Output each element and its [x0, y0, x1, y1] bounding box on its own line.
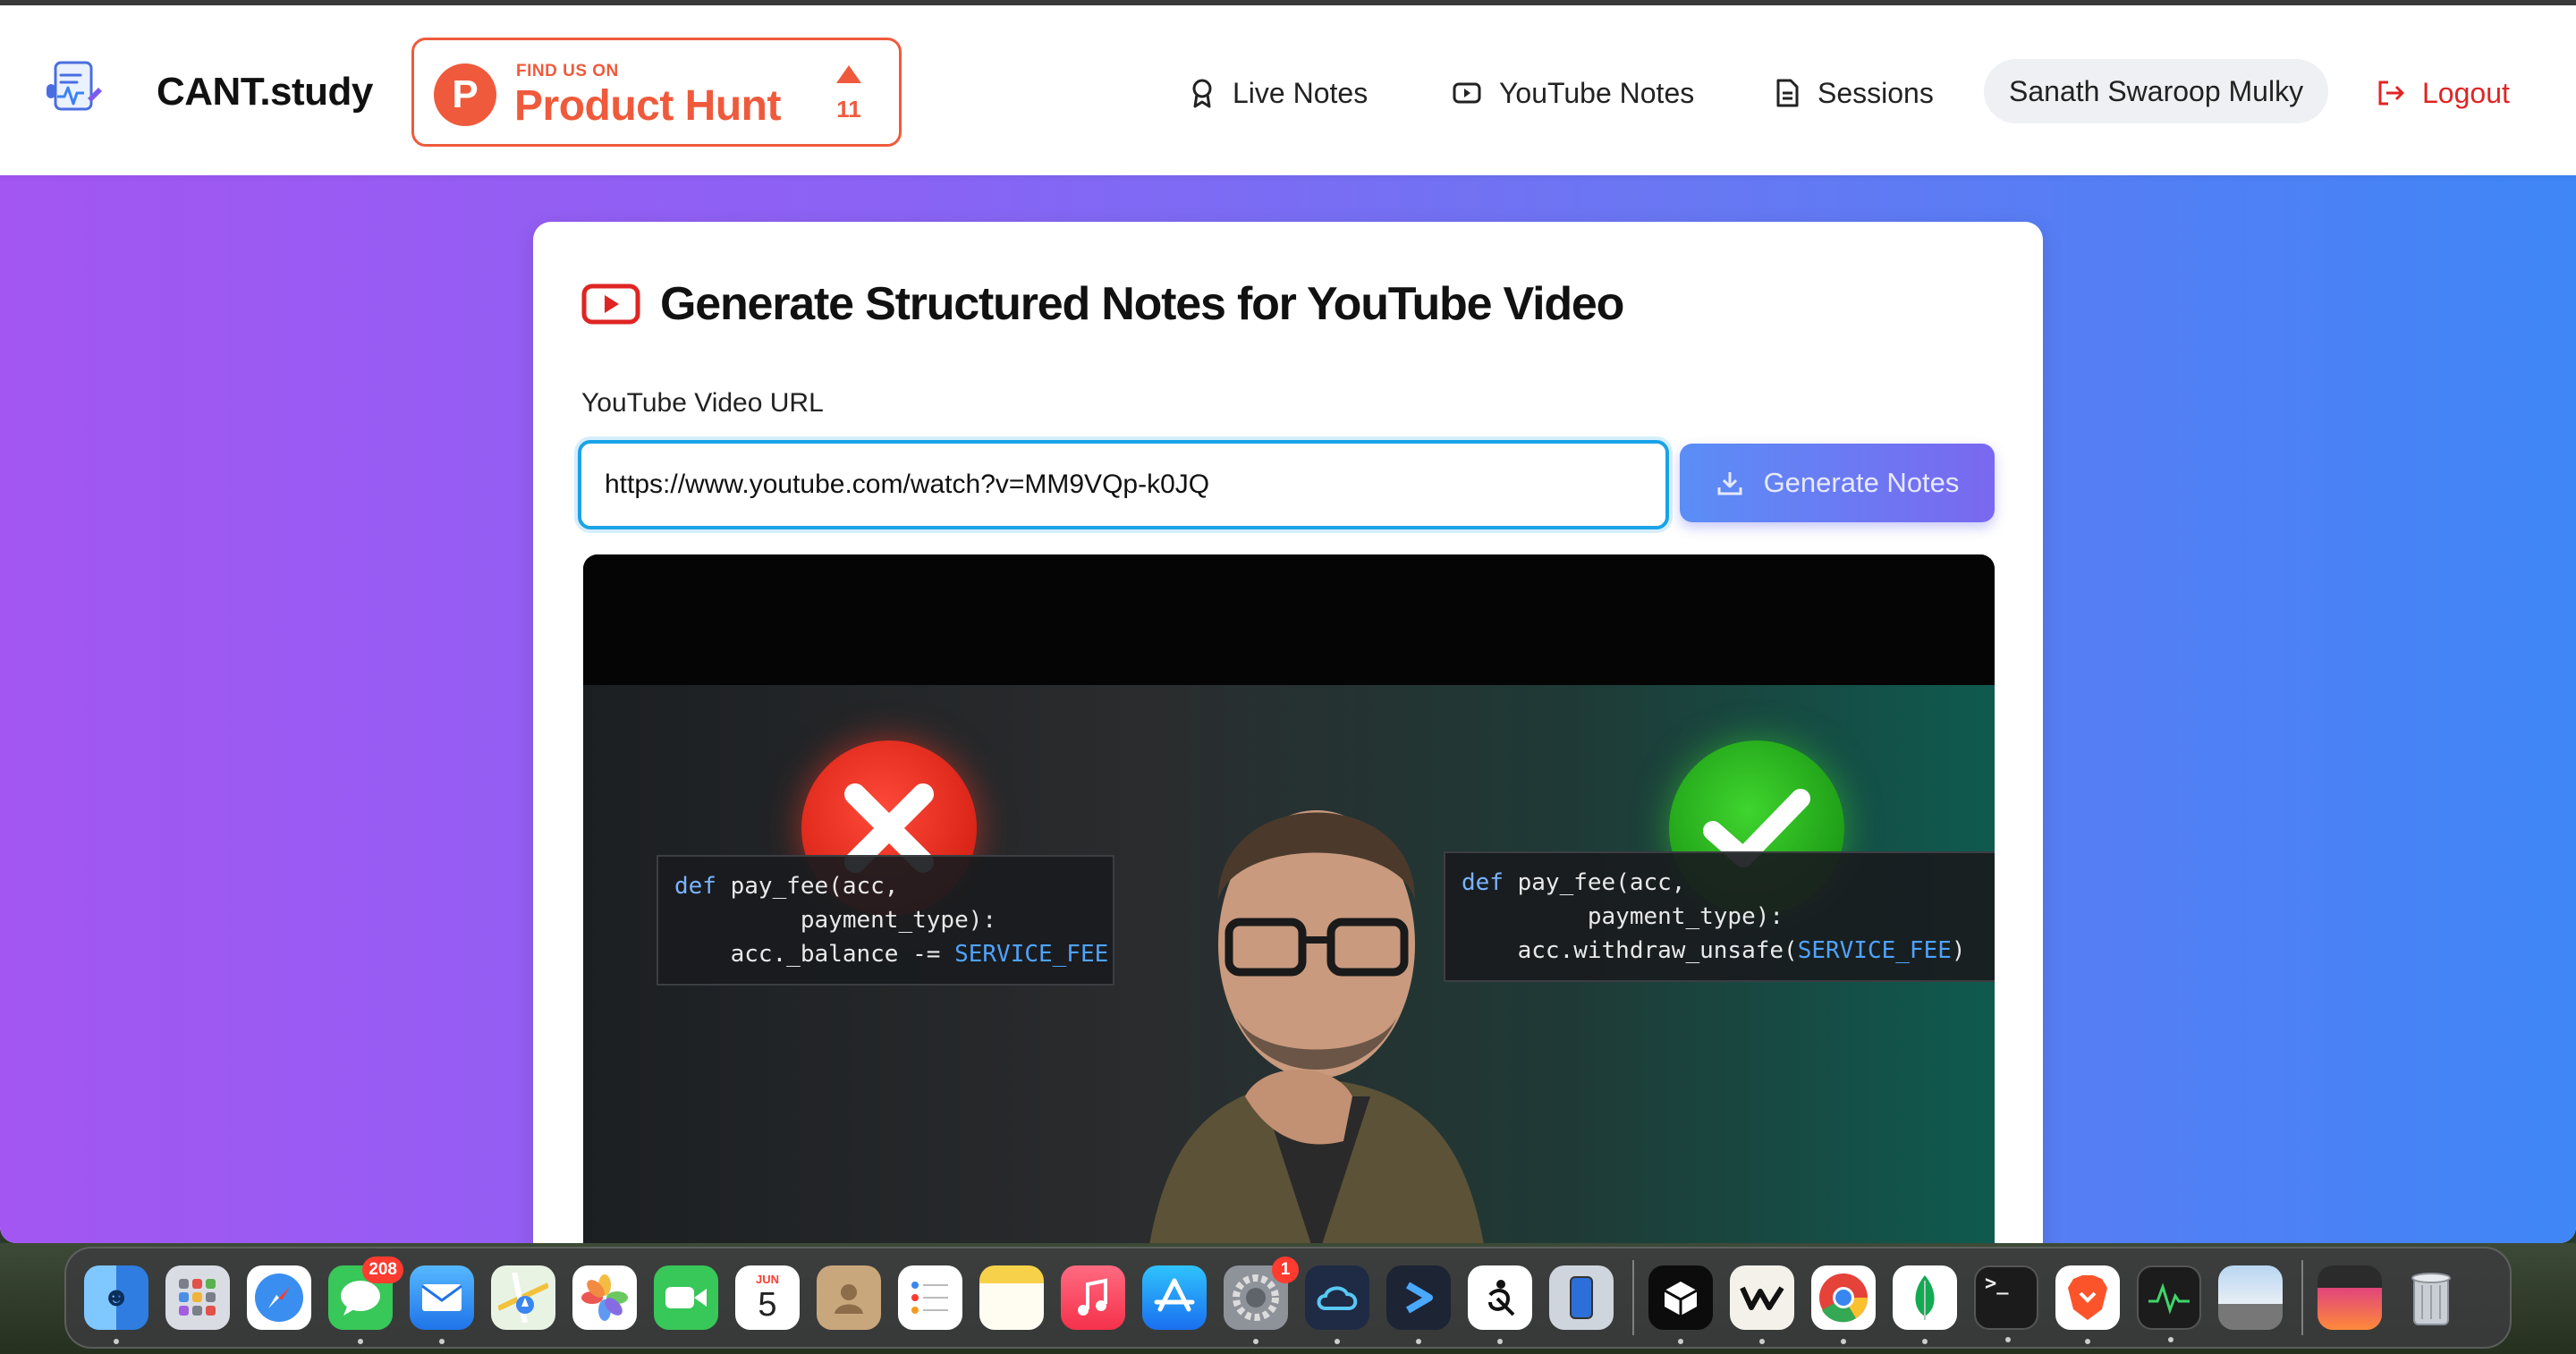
url-field-label: YouTube Video URL	[581, 388, 824, 418]
running-indicator	[358, 1339, 363, 1344]
award-icon	[1192, 79, 1212, 108]
trash-icon[interactable]	[2399, 1265, 2463, 1330]
contacts-icon[interactable]	[817, 1265, 881, 1330]
nav-sessions-label: Sessions	[1818, 76, 1934, 109]
macos-dock: ☻ 208 JUN 5 1 >_	[64, 1247, 2512, 1349]
maps-icon[interactable]	[491, 1265, 555, 1330]
logout-label: Logout	[2422, 76, 2510, 109]
presenter-image	[1149, 810, 1484, 1243]
windsurf-icon[interactable]	[1730, 1265, 1794, 1344]
product-hunt-logo-icon: P	[434, 63, 496, 126]
youtube-icon	[1453, 82, 1481, 104]
running-indicator	[1335, 1339, 1340, 1344]
brand-name[interactable]: CANT.study	[157, 70, 373, 114]
product-hunt-label: Product Hunt	[514, 82, 781, 130]
messages-icon[interactable]: 208	[328, 1257, 403, 1344]
nav-sessions[interactable]: Sessions	[1775, 73, 1934, 113]
youtube-icon	[581, 283, 640, 325]
system-settings-icon[interactable]: 1	[1224, 1257, 1299, 1344]
brave-icon[interactable]	[2055, 1265, 2120, 1344]
iphone-mirroring-icon[interactable]	[1549, 1265, 1614, 1330]
running-indicator	[2085, 1339, 2090, 1344]
generate-notes-label: Generate Notes	[1763, 467, 1960, 498]
youtube-url-input[interactable]	[578, 440, 1669, 529]
video-scene: def pay_fee(acc, payment_type): acc._bal…	[583, 685, 1995, 1243]
card-header: Generate Structured Notes for YouTube Vi…	[581, 277, 1624, 331]
video-thumbnail[interactable]: def pay_fee(acc, payment_type): acc._bal…	[583, 554, 1995, 1243]
running-indicator	[1678, 1339, 1683, 1344]
running-indicator	[2005, 1337, 2011, 1342]
nav-youtube-notes[interactable]: YouTube Notes	[1453, 73, 1694, 113]
photos-icon[interactable]	[572, 1265, 637, 1330]
music-icon[interactable]	[1061, 1265, 1125, 1330]
running-indicator	[1416, 1339, 1421, 1344]
user-name-pill[interactable]: Sanath Swaroop Mulky	[1984, 59, 2329, 123]
navbar: CANT.study P FIND US ON Product Hunt 11 …	[0, 5, 2576, 175]
accessibility-app-icon[interactable]	[1468, 1265, 1532, 1344]
main-gradient-area: Generate Structured Notes for YouTube Vi…	[0, 175, 2576, 1243]
notes-card: Generate Structured Notes for YouTube Vi…	[533, 222, 2043, 1243]
running-indicator	[1253, 1339, 1258, 1344]
nav-youtube-notes-label: YouTube Notes	[1499, 76, 1695, 109]
browser-window: CANT.study P FIND US ON Product Hunt 11 …	[0, 0, 2576, 1243]
app-logo-icon[interactable]	[45, 57, 107, 120]
terminal-icon[interactable]: >_	[1974, 1265, 2038, 1342]
notes-icon[interactable]	[979, 1265, 1044, 1330]
running-indicator	[1841, 1339, 1846, 1344]
left-code-snippet: def pay_fee(acc, payment_type): acc._bal…	[657, 855, 1114, 986]
logout-icon	[2378, 80, 2404, 106]
running-indicator	[2168, 1337, 2174, 1342]
product-hunt-badge[interactable]: P FIND US ON Product Hunt 11	[411, 38, 902, 147]
cloud-app-icon[interactable]	[1305, 1265, 1369, 1344]
app-store-icon[interactable]	[1142, 1265, 1207, 1330]
safari-icon[interactable]	[247, 1265, 311, 1330]
dock-separator	[2301, 1260, 2303, 1335]
calendar-icon[interactable]: JUN 5	[735, 1265, 800, 1330]
preview-icon[interactable]	[2218, 1265, 2283, 1330]
reminders-icon[interactable]	[898, 1265, 962, 1330]
terminal-launcher-icon[interactable]	[1386, 1265, 1451, 1344]
mail-icon[interactable]	[410, 1265, 474, 1344]
logout-button[interactable]: Logout	[2376, 73, 2510, 113]
generate-notes-button[interactable]: Generate Notes	[1680, 444, 1995, 522]
launchpad-icon[interactable]	[165, 1265, 230, 1330]
upvote-count: 11	[836, 96, 861, 123]
running-indicator	[114, 1339, 119, 1344]
running-indicator	[1922, 1339, 1928, 1344]
card-title: Generate Structured Notes for YouTube Vi…	[660, 278, 1624, 330]
calendar-month: JUN	[755, 1273, 779, 1286]
product-hunt-small-label: FIND US ON	[516, 62, 619, 80]
right-code-snippet: def pay_fee(acc, payment_type): acc.with…	[1444, 851, 1995, 982]
download-icon	[1717, 472, 1742, 495]
finder-icon[interactable]: ☻	[84, 1265, 148, 1344]
running-indicator	[1759, 1339, 1765, 1344]
messages-badge: 208	[362, 1257, 403, 1283]
nav-live-notes-label: Live Notes	[1233, 76, 1368, 109]
running-indicator	[1497, 1339, 1503, 1344]
dock-separator	[1632, 1260, 1634, 1335]
cube-app-icon[interactable]	[1648, 1265, 1713, 1344]
activity-monitor-icon[interactable]	[2137, 1265, 2201, 1342]
nav-live-notes[interactable]: Live Notes	[1190, 73, 1368, 113]
upvote-arrow-icon	[836, 65, 861, 83]
facetime-icon[interactable]	[654, 1265, 718, 1330]
settings-badge: 1	[1272, 1257, 1299, 1283]
recent-window-icon[interactable]	[2318, 1265, 2382, 1330]
document-icon	[1776, 79, 1799, 107]
running-indicator	[439, 1339, 445, 1344]
calendar-day: 5	[758, 1286, 777, 1324]
mongodb-icon[interactable]	[1893, 1265, 1957, 1344]
chrome-icon[interactable]	[1811, 1265, 1876, 1344]
video-letterbox	[583, 554, 1995, 685]
